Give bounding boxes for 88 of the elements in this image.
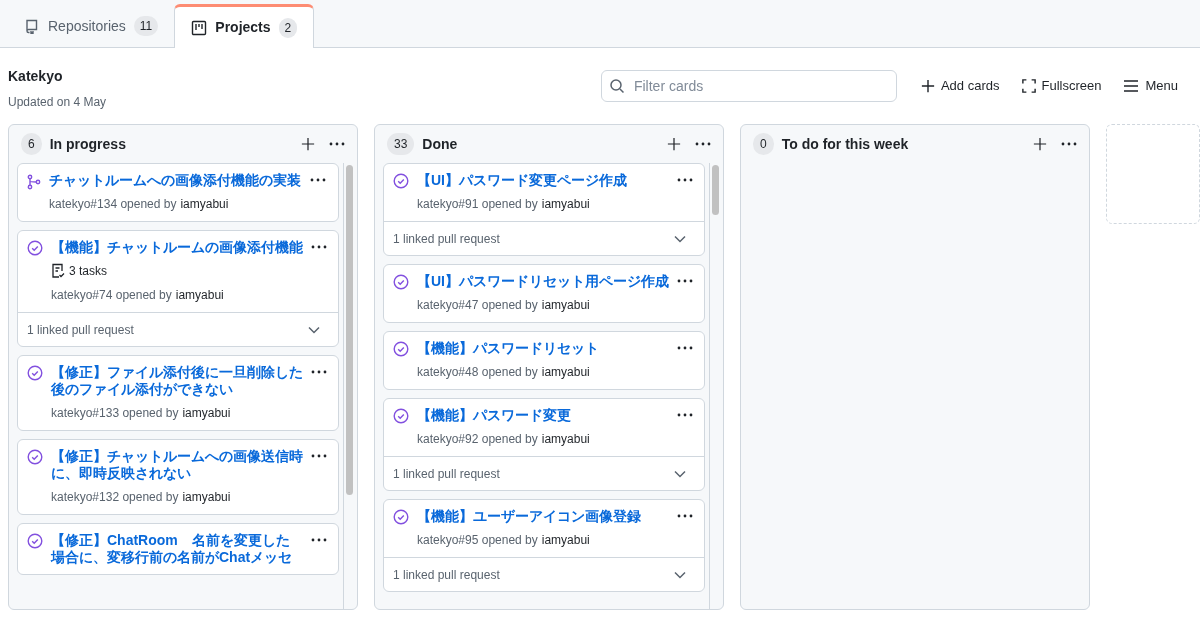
more-icon[interactable] [677, 346, 693, 350]
more-icon[interactable] [329, 142, 345, 146]
menu-icon [1123, 79, 1140, 93]
author-link[interactable]: iamyabui [182, 404, 231, 422]
column-title: To do for this week [781, 134, 910, 154]
check-circle-icon [393, 274, 409, 290]
more-icon[interactable] [677, 413, 693, 417]
author-link[interactable]: iamyabui [180, 195, 229, 213]
more-icon[interactable] [311, 454, 327, 458]
tab-label: Projects [215, 18, 271, 37]
more-icon[interactable] [311, 370, 327, 374]
tab[interactable]: Projects 2 [174, 4, 315, 48]
author-link[interactable]: iamyabui [541, 296, 590, 314]
issue-reference[interactable]: katekyo#92 opened by [417, 430, 538, 448]
count-badge: 11 [133, 16, 159, 36]
chevron-down-icon[interactable] [674, 570, 687, 579]
column-title: Done [422, 134, 459, 154]
chevron-down-icon[interactable] [308, 325, 321, 334]
branch-icon [27, 174, 41, 190]
issue-reference[interactable]: katekyo#47 opened by [417, 296, 538, 314]
author-link[interactable]: iamyabui [541, 531, 590, 549]
check-circle-icon [27, 449, 43, 465]
author-link[interactable]: iamyabui [541, 430, 590, 448]
linked-pr-summary[interactable]: 1 linked pull request [27, 320, 134, 339]
more-icon[interactable] [677, 178, 693, 182]
more-icon[interactable] [310, 178, 327, 182]
issue-title[interactable]: 【修正】チャットルームへの画像送信時に、即時反映されない [51, 448, 303, 482]
more-icon[interactable] [311, 245, 327, 249]
checklist-icon [51, 263, 65, 279]
check-circle-icon [27, 533, 43, 549]
issue-title[interactable]: 【機能】チャットルームの画像添付機能 [51, 239, 303, 256]
issue-title[interactable]: 【修正】ChatRoom 名前を変更した場合に、変移行前の名前がChatメッセ [51, 532, 303, 566]
filter-field[interactable]: Filter cards [600, 70, 897, 102]
more-icon[interactable] [677, 279, 693, 283]
issue-title[interactable]: 【UI】パスワードリセット用ページ作成 [417, 273, 669, 290]
count-badge: 2 [278, 17, 298, 38]
linked-pr-summary[interactable]: 1 linked pull request [393, 565, 500, 584]
check-circle-icon [27, 365, 43, 381]
project-title: Katekyo [8, 67, 64, 86]
issue-reference[interactable]: katekyo#74 opened by [51, 286, 172, 304]
check-circle-icon [393, 408, 409, 424]
check-circle-icon [27, 240, 43, 256]
issue-reference[interactable]: katekyo#132 opened by [51, 488, 179, 506]
more-icon[interactable] [1061, 142, 1077, 146]
chevron-down-icon[interactable] [674, 469, 687, 478]
count-badge: 33 [387, 133, 415, 155]
fullscreen-icon [1021, 79, 1036, 93]
board-icon [191, 19, 208, 36]
issue-title[interactable]: 【機能】ユーザーアイコン画像登録 [417, 508, 669, 525]
issue-title[interactable]: 【UI】パスワード変更ページ作成 [417, 172, 669, 189]
add-button[interactable]: Add cards [920, 76, 1000, 96]
column-title: In progress [49, 134, 127, 154]
check-circle-icon [393, 509, 409, 525]
updated-date: Updated on 4 May [8, 94, 107, 111]
check-circle-icon [393, 341, 409, 357]
issue-title[interactable]: 【修正】ファイル添付後に一旦削除した後のファイル添付ができない [51, 364, 303, 398]
linked-pr-summary[interactable]: 1 linked pull request [393, 464, 500, 483]
book-icon [24, 18, 40, 34]
issue-reference[interactable]: katekyo#95 opened by [417, 531, 538, 549]
more-icon[interactable] [311, 538, 327, 542]
count-badge: 6 [21, 133, 42, 155]
author-link[interactable]: iamyabui [175, 286, 224, 304]
author-link[interactable]: iamyabui [182, 488, 231, 506]
linked-pr-summary[interactable]: 1 linked pull request [393, 229, 500, 248]
chevron-down-icon[interactable] [674, 234, 687, 243]
menu-button[interactable]: Menu [1123, 76, 1178, 96]
author-link[interactable]: iamyabui [541, 195, 590, 213]
fullscreen-button[interactable]: Fullscreen [1021, 76, 1102, 96]
issue-reference[interactable]: katekyo#48 opened by [417, 363, 538, 381]
tab[interactable]: Repositories 11 [8, 5, 175, 47]
tab-label: Repositories [48, 16, 126, 36]
plus-icon[interactable] [301, 137, 315, 151]
plus-icon[interactable] [1033, 137, 1047, 151]
issue-reference[interactable]: katekyo#134 opened by [49, 195, 177, 213]
issue-reference[interactable]: katekyo#133 opened by [51, 404, 179, 422]
plus-icon[interactable] [667, 137, 681, 151]
more-icon[interactable] [677, 514, 693, 518]
task-count: 3 tasks [69, 263, 107, 280]
issue-title[interactable]: 【機能】パスワードリセット [417, 340, 669, 357]
issue-title[interactable]: チャットルームへの画像添付機能の実装 [49, 172, 301, 189]
issue-title[interactable]: 【機能】パスワード変更 [417, 407, 669, 424]
author-link[interactable]: iamyabui [541, 363, 590, 381]
count-badge: 0 [753, 133, 774, 155]
more-icon[interactable] [695, 142, 711, 146]
plus-icon [920, 79, 935, 93]
issue-reference[interactable]: katekyo#91 opened by [417, 195, 538, 213]
check-circle-icon [393, 173, 409, 189]
search-icon [608, 78, 625, 94]
